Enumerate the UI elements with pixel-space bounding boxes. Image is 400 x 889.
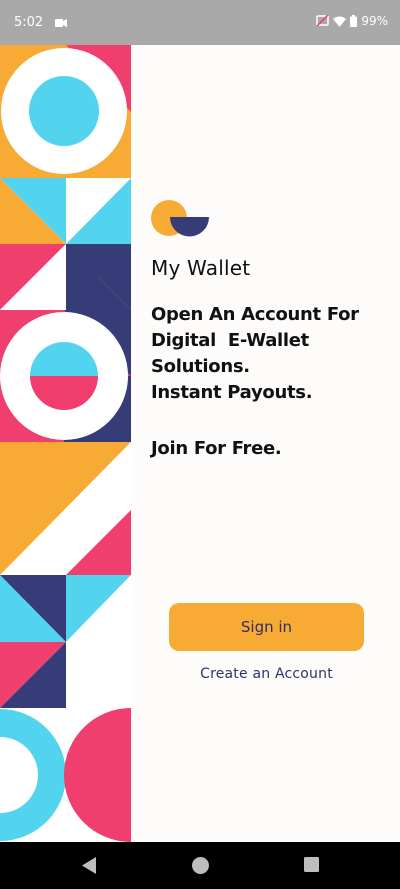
sign-in-button[interactable]: Sign in — [169, 603, 364, 651]
status-time: 5:02 — [14, 15, 44, 30]
create-account-link[interactable]: Create an Account — [169, 666, 364, 682]
battery-icon — [350, 15, 358, 27]
wifi-icon — [333, 16, 347, 27]
decorative-pattern — [0, 45, 131, 842]
battery-percent: 99% — [361, 14, 388, 28]
video-icon — [55, 19, 67, 27]
tagline: Open An Account For Digital E-Wallet Sol… — [151, 302, 391, 406]
cast-off-icon — [316, 15, 330, 27]
navigation-bar — [0, 842, 400, 889]
status-icons: 99% — [316, 14, 388, 28]
tagline-line: Solutions. — [151, 356, 250, 377]
tagline-line: Open An Account For — [151, 304, 359, 325]
back-icon[interactable] — [82, 857, 98, 874]
join-text: Join For Free. — [151, 438, 282, 459]
app-logo — [151, 200, 209, 237]
app-title: My Wallet — [151, 256, 251, 280]
status-bar: 5:02 99% — [0, 0, 400, 45]
tagline-line: Instant Payouts. — [151, 382, 313, 403]
home-icon[interactable] — [192, 857, 209, 874]
pattern-circle — [29, 76, 99, 146]
recents-icon[interactable] — [304, 857, 319, 872]
tagline-line: Digital E-Wallet — [151, 330, 309, 351]
